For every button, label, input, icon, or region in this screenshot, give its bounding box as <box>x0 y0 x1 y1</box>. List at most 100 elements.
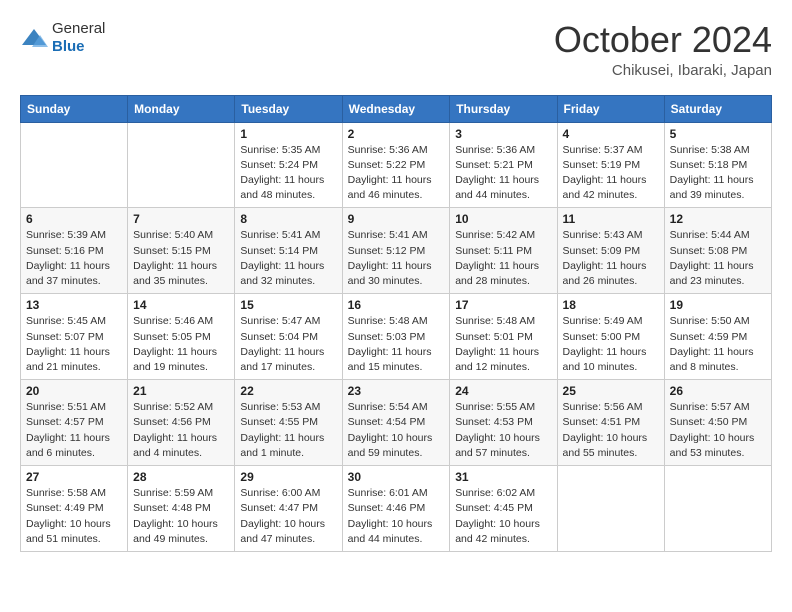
day-number: 28 <box>133 470 229 484</box>
day-info: Sunrise: 5:39 AMSunset: 5:16 PMDaylight:… <box>26 228 122 289</box>
day-number: 10 <box>455 212 551 226</box>
calendar-header-cell: Wednesday <box>342 95 450 122</box>
day-info: Sunrise: 5:59 AMSunset: 4:48 PMDaylight:… <box>133 486 229 547</box>
calendar-cell: 11Sunrise: 5:43 AMSunset: 5:09 PMDayligh… <box>557 208 664 294</box>
calendar-cell: 7Sunrise: 5:40 AMSunset: 5:15 PMDaylight… <box>128 208 235 294</box>
day-info: Sunrise: 5:41 AMSunset: 5:12 PMDaylight:… <box>348 228 445 289</box>
day-info: Sunrise: 6:00 AMSunset: 4:47 PMDaylight:… <box>240 486 336 547</box>
calendar-cell: 15Sunrise: 5:47 AMSunset: 5:04 PMDayligh… <box>235 294 342 380</box>
calendar-week-row: 27 Sunrise: 5:58 AMSunset: 4:49 PMDayligh… <box>21 466 772 552</box>
day-number: 4 <box>563 127 659 141</box>
calendar-cell: 27 Sunrise: 5:58 AMSunset: 4:49 PMDayligh… <box>21 466 128 552</box>
day-info: Sunrise: 5:56 AMSunset: 4:51 PMDaylight:… <box>563 400 659 461</box>
month-title: October 2024 <box>554 20 772 60</box>
day-info: Sunrise: 5:51 AMSunset: 4:57 PMDaylight:… <box>26 400 122 461</box>
day-info: Sunrise: 5:35 AMSunset: 5:24 PMDaylight:… <box>240 143 336 204</box>
calendar-cell: 24 Sunrise: 5:55 AMSunset: 4:53 PMDayligh… <box>450 380 557 466</box>
calendar-cell: 16Sunrise: 5:48 AMSunset: 5:03 PMDayligh… <box>342 294 450 380</box>
day-number: 9 <box>348 212 445 226</box>
calendar-header-cell: Sunday <box>21 95 128 122</box>
day-number: 18 <box>563 298 659 312</box>
day-info: Sunrise: 5:37 AMSunset: 5:19 PMDaylight:… <box>563 143 659 204</box>
day-number: 11 <box>563 212 659 226</box>
calendar-cell: 14 Sunrise: 5:46 AMSunset: 5:05 PMDayligh… <box>128 294 235 380</box>
calendar-cell: 17 Sunrise: 5:48 AMSunset: 5:01 PMDayligh… <box>450 294 557 380</box>
location-title: Chikusei, Ibaraki, Japan <box>554 62 772 79</box>
calendar-cell: 23 Sunrise: 5:54 AMSunset: 4:54 PMDayligh… <box>342 380 450 466</box>
calendar-header-cell: Saturday <box>664 95 771 122</box>
day-info: Sunrise: 5:36 AMSunset: 5:21 PMDaylight:… <box>455 143 551 204</box>
day-info: Sunrise: 5:50 AMSunset: 4:59 PMDaylight:… <box>670 314 766 375</box>
day-number: 8 <box>240 212 336 226</box>
day-info: Sunrise: 5:52 AMSunset: 4:56 PMDaylight:… <box>133 400 229 461</box>
logo-text-general: General <box>52 20 105 37</box>
calendar-cell: 4 Sunrise: 5:37 AMSunset: 5:19 PMDaylight… <box>557 122 664 208</box>
day-number: 17 <box>455 298 551 312</box>
day-number: 30 <box>348 470 445 484</box>
day-info: Sunrise: 5:55 AMSunset: 4:53 PMDaylight:… <box>455 400 551 461</box>
calendar-cell: 9 Sunrise: 5:41 AMSunset: 5:12 PMDaylight… <box>342 208 450 294</box>
calendar-cell: 25 Sunrise: 5:56 AMSunset: 4:51 PMDayligh… <box>557 380 664 466</box>
day-number: 21 <box>133 384 229 398</box>
day-info: Sunrise: 6:02 AMSunset: 4:45 PMDaylight:… <box>455 486 551 547</box>
title-block: October 2024 Chikusei, Ibaraki, Japan <box>554 20 772 79</box>
day-info: Sunrise: 5:36 AMSunset: 5:22 PMDaylight:… <box>348 143 445 204</box>
calendar-cell: 21 Sunrise: 5:52 AMSunset: 4:56 PMDayligh… <box>128 380 235 466</box>
logo-text-blue: Blue <box>52 38 85 55</box>
calendar-cell <box>21 122 128 208</box>
calendar-cell: 8 Sunrise: 5:41 AMSunset: 5:14 PMDaylight… <box>235 208 342 294</box>
calendar-cell: 3 Sunrise: 5:36 AMSunset: 5:21 PMDaylight… <box>450 122 557 208</box>
calendar-cell: 20 Sunrise: 5:51 AMSunset: 4:57 PMDayligh… <box>21 380 128 466</box>
calendar-cell: 5Sunrise: 5:38 AMSunset: 5:18 PMDaylight… <box>664 122 771 208</box>
day-info: Sunrise: 5:53 AMSunset: 4:55 PMDaylight:… <box>240 400 336 461</box>
day-number: 23 <box>348 384 445 398</box>
calendar-cell: 18Sunrise: 5:49 AMSunset: 5:00 PMDayligh… <box>557 294 664 380</box>
calendar-body: 1 Sunrise: 5:35 AMSunset: 5:24 PMDaylight… <box>21 122 772 551</box>
day-info: Sunrise: 5:42 AMSunset: 5:11 PMDaylight:… <box>455 228 551 289</box>
calendar-header-cell: Tuesday <box>235 95 342 122</box>
day-info: Sunrise: 5:47 AMSunset: 5:04 PMDaylight:… <box>240 314 336 375</box>
logo: General Blue <box>20 20 105 56</box>
day-info: Sunrise: 5:57 AMSunset: 4:50 PMDaylight:… <box>670 400 766 461</box>
day-number: 14 <box>133 298 229 312</box>
day-number: 1 <box>240 127 336 141</box>
day-info: Sunrise: 5:45 AMSunset: 5:07 PMDaylight:… <box>26 314 122 375</box>
calendar-cell: 31 Sunrise: 6:02 AMSunset: 4:45 PMDayligh… <box>450 466 557 552</box>
day-info: Sunrise: 5:54 AMSunset: 4:54 PMDaylight:… <box>348 400 445 461</box>
calendar-table: SundayMondayTuesdayWednesdayThursdayFrid… <box>20 95 772 552</box>
day-number: 29 <box>240 470 336 484</box>
calendar-header-cell: Friday <box>557 95 664 122</box>
page-header: General Blue October 2024 Chikusei, Ibar… <box>20 20 772 79</box>
day-info: Sunrise: 5:58 AMSunset: 4:49 PMDaylight:… <box>26 486 122 547</box>
calendar-cell: 26 Sunrise: 5:57 AMSunset: 4:50 PMDayligh… <box>664 380 771 466</box>
calendar-cell: 29 Sunrise: 6:00 AMSunset: 4:47 PMDayligh… <box>235 466 342 552</box>
day-info: Sunrise: 5:41 AMSunset: 5:14 PMDaylight:… <box>240 228 336 289</box>
logo-icon <box>20 27 48 49</box>
day-info: Sunrise: 6:01 AMSunset: 4:46 PMDaylight:… <box>348 486 445 547</box>
calendar-week-row: 6Sunrise: 5:39 AMSunset: 5:16 PMDaylight… <box>21 208 772 294</box>
day-number: 31 <box>455 470 551 484</box>
day-number: 2 <box>348 127 445 141</box>
day-number: 27 <box>26 470 122 484</box>
day-number: 13 <box>26 298 122 312</box>
day-info: Sunrise: 5:48 AMSunset: 5:01 PMDaylight:… <box>455 314 551 375</box>
day-number: 16 <box>348 298 445 312</box>
day-info: Sunrise: 5:46 AMSunset: 5:05 PMDaylight:… <box>133 314 229 375</box>
calendar-week-row: 1 Sunrise: 5:35 AMSunset: 5:24 PMDaylight… <box>21 122 772 208</box>
day-number: 12 <box>670 212 766 226</box>
calendar-cell: 10 Sunrise: 5:42 AMSunset: 5:11 PMDayligh… <box>450 208 557 294</box>
calendar-cell: 28 Sunrise: 5:59 AMSunset: 4:48 PMDayligh… <box>128 466 235 552</box>
calendar-cell <box>128 122 235 208</box>
calendar-header-cell: Thursday <box>450 95 557 122</box>
day-number: 25 <box>563 384 659 398</box>
calendar-cell: 19Sunrise: 5:50 AMSunset: 4:59 PMDayligh… <box>664 294 771 380</box>
day-number: 26 <box>670 384 766 398</box>
calendar-cell: 30 Sunrise: 6:01 AMSunset: 4:46 PMDayligh… <box>342 466 450 552</box>
day-number: 20 <box>26 384 122 398</box>
calendar-cell: 12Sunrise: 5:44 AMSunset: 5:08 PMDayligh… <box>664 208 771 294</box>
day-number: 24 <box>455 384 551 398</box>
calendar-cell: 13 Sunrise: 5:45 AMSunset: 5:07 PMDayligh… <box>21 294 128 380</box>
calendar-cell <box>557 466 664 552</box>
day-number: 3 <box>455 127 551 141</box>
calendar-header-row: SundayMondayTuesdayWednesdayThursdayFrid… <box>21 95 772 122</box>
